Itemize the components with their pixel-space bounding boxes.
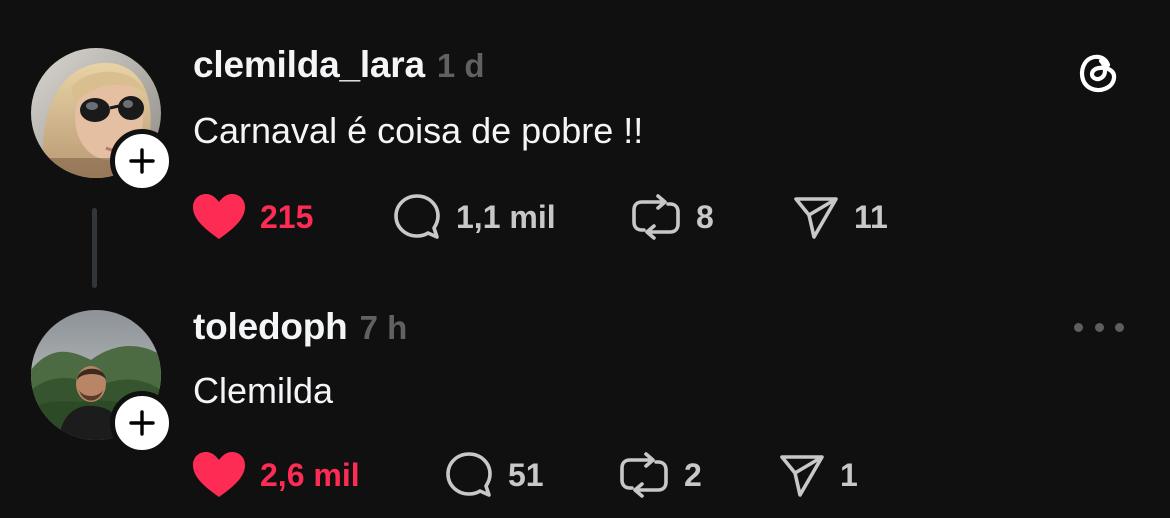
post[interactable]: clemilda_lara 1 d Carnaval é coisa de po… bbox=[0, 0, 1170, 290]
timestamp: 7 h bbox=[359, 309, 408, 346]
repost-button[interactable]: 2 bbox=[618, 447, 702, 503]
username[interactable]: clemilda_lara bbox=[193, 44, 425, 86]
more-options-icon[interactable] bbox=[1074, 310, 1124, 344]
share-count: 1 bbox=[840, 456, 858, 493]
timestamp: 1 d bbox=[436, 47, 485, 84]
follow-button[interactable] bbox=[110, 129, 174, 193]
send-icon bbox=[780, 455, 824, 497]
share-button[interactable]: 11 bbox=[792, 189, 888, 245]
avatar-container bbox=[31, 48, 174, 193]
comment-button[interactable]: 51 bbox=[444, 447, 544, 503]
heart-icon bbox=[193, 194, 245, 239]
like-count: 2,6 mil bbox=[260, 456, 360, 493]
repost-icon bbox=[632, 194, 680, 240]
heart-icon bbox=[193, 452, 245, 497]
plus-icon bbox=[129, 410, 155, 436]
repost-button[interactable]: 8 bbox=[630, 189, 714, 245]
comment-icon bbox=[446, 452, 492, 497]
comment-count: 51 bbox=[508, 456, 544, 493]
threads-logo-icon[interactable] bbox=[1073, 45, 1123, 95]
thread-line bbox=[92, 208, 97, 288]
action-bar: 2,6 mil 51 2 1 bbox=[192, 447, 1092, 503]
post-text: Carnaval é coisa de pobre !! bbox=[193, 110, 644, 151]
follow-button[interactable] bbox=[110, 391, 174, 455]
dot bbox=[1094, 322, 1104, 332]
send-icon bbox=[794, 197, 838, 239]
comment-button[interactable]: 1,1 mil bbox=[392, 189, 556, 245]
dot bbox=[1115, 322, 1124, 332]
like-button[interactable]: 215 bbox=[192, 189, 313, 245]
repost-count: 2 bbox=[684, 456, 702, 493]
dot bbox=[1074, 322, 1083, 332]
like-button[interactable]: 2,6 mil bbox=[192, 447, 360, 503]
share-button[interactable]: 1 bbox=[778, 447, 858, 503]
comment-count: 1,1 mil bbox=[456, 198, 556, 235]
repost-icon bbox=[620, 452, 668, 498]
repost-count: 8 bbox=[696, 198, 714, 235]
avatar-container bbox=[31, 310, 174, 455]
post-text: Clemilda bbox=[193, 370, 334, 411]
share-count: 11 bbox=[854, 198, 888, 235]
like-count: 215 bbox=[260, 198, 314, 235]
post[interactable]: toledoph 7 h Clemilda 2,6 mil 51 2 1 bbox=[0, 290, 1170, 518]
comment-icon bbox=[394, 194, 440, 239]
post-header: clemilda_lara 1 d bbox=[193, 44, 485, 86]
plus-icon bbox=[129, 148, 155, 174]
post-header: toledoph 7 h bbox=[193, 306, 407, 348]
username[interactable]: toledoph bbox=[193, 306, 348, 348]
action-bar: 215 1,1 mil 8 11 bbox=[192, 189, 1092, 245]
